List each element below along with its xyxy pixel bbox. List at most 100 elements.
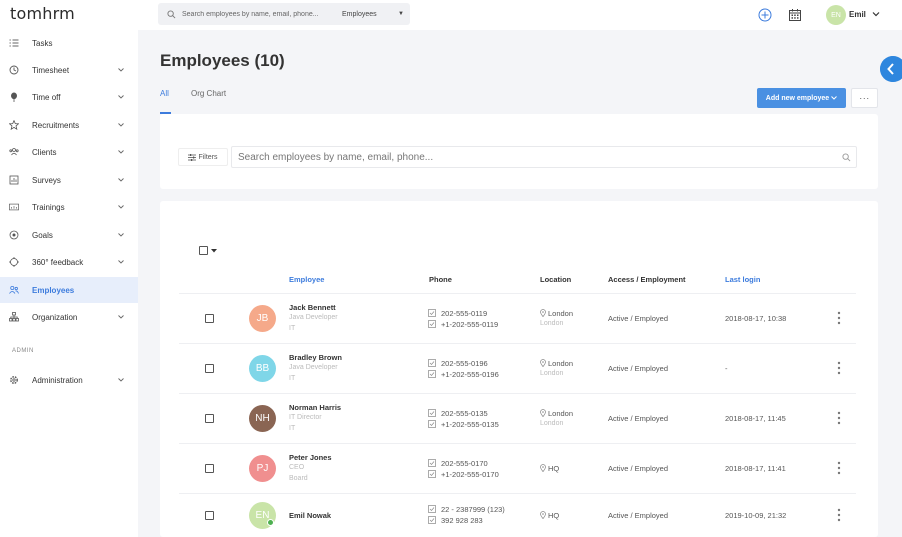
row-checkbox[interactable]: [205, 414, 214, 423]
chevron-down-icon: [118, 150, 124, 154]
tab-org-chart[interactable]: Org Chart: [191, 89, 226, 98]
employee-search-input[interactable]: Search employees by name, email, phone..…: [238, 152, 433, 163]
row-checkbox[interactable]: [205, 511, 214, 520]
caret-down-icon[interactable]: ▼: [398, 11, 404, 17]
phone-primary[interactable]: 202-555-0135: [441, 409, 488, 418]
mobile-icon: [428, 320, 436, 328]
chevron-down-icon: [831, 96, 838, 100]
phone-icon: [428, 309, 436, 317]
sidebar-item-360-feedback[interactable]: 360° feedback: [0, 249, 138, 275]
add-circle-icon[interactable]: [758, 8, 772, 22]
global-search[interactable]: Search employees by name, email, phone..…: [158, 3, 410, 25]
sidebar-item-label: Employees: [32, 285, 75, 295]
row-checkbox[interactable]: [205, 464, 214, 473]
chevron-down-icon: [118, 260, 124, 264]
access-status: Active / Employed: [608, 414, 669, 423]
location-name: HQ: [548, 511, 560, 520]
sidebar-item-administration[interactable]: Administration: [0, 367, 138, 393]
row-checkbox[interactable]: [205, 364, 214, 373]
caret-down-icon[interactable]: [211, 249, 217, 253]
chevron-down-icon: [118, 178, 124, 182]
org-chart-icon: [9, 312, 19, 322]
sidebar-item-organization[interactable]: Organization: [0, 304, 138, 330]
phone-secondary[interactable]: +1-202-555-0135: [441, 420, 499, 429]
phone-secondary[interactable]: +1-202-555-0119: [441, 320, 498, 329]
sidebar-item-time-off[interactable]: Time off: [0, 84, 138, 110]
phone-primary[interactable]: 22 - 2387999 (123): [441, 505, 505, 514]
sidebar-item-clients[interactable]: Clients: [0, 139, 138, 165]
search-icon[interactable]: [842, 153, 851, 162]
sidebar-item-surveys[interactable]: Surveys: [0, 167, 138, 193]
add-new-employee-button[interactable]: Add new employee: [757, 88, 846, 108]
user-name[interactable]: Emil: [849, 10, 866, 19]
sidebar-item-employees[interactable]: Employees: [0, 277, 138, 303]
employee-name[interactable]: Bradley Brown: [289, 353, 342, 362]
filters-button[interactable]: Filters: [178, 148, 228, 166]
row-divider: [179, 393, 856, 394]
phone-secondary[interactable]: +1-202-555-0196: [441, 370, 499, 379]
row-actions-kebab-icon[interactable]: [836, 361, 842, 375]
employee-name[interactable]: Jack Bennett: [289, 303, 336, 312]
user-avatar[interactable]: EN: [826, 5, 846, 25]
sidebar-item-label: Surveys: [32, 175, 61, 185]
employee-search-field[interactable]: Search employees by name, email, phone..…: [231, 146, 857, 168]
employee-avatar[interactable]: NH: [249, 405, 276, 432]
chevron-down-icon: [118, 205, 124, 209]
employee-name[interactable]: Norman Harris: [289, 403, 341, 412]
tab-all[interactable]: All: [160, 89, 169, 98]
online-status-indicator: [267, 519, 274, 526]
employee-department: IT: [289, 325, 296, 332]
location-name: HQ: [548, 464, 560, 473]
column-header-last-login[interactable]: Last login: [725, 275, 760, 284]
sidebar-item-label: Timesheet: [32, 65, 70, 75]
collapse-panel-button[interactable]: [880, 56, 902, 82]
sidebar-item-timesheet[interactable]: Timesheet: [0, 57, 138, 83]
location-secondary: London: [540, 320, 564, 327]
calendar-icon[interactable]: [788, 8, 802, 22]
employee-title: IT Director: [289, 414, 322, 421]
search-scope-select[interactable]: Employees: [342, 11, 392, 18]
survey-icon: [9, 175, 19, 185]
row-actions-kebab-icon[interactable]: [836, 508, 842, 522]
phone-primary[interactable]: 202-555-0170: [441, 459, 488, 468]
sidebar-item-recruitments[interactable]: Recruitments: [0, 112, 138, 138]
employee-name[interactable]: Peter Jones: [289, 453, 332, 462]
row-actions-kebab-icon[interactable]: [836, 461, 842, 475]
employee-avatar[interactable]: BB: [249, 355, 276, 382]
sidebar-item-tasks[interactable]: Tasks: [0, 30, 138, 56]
mobile-icon: [428, 370, 436, 378]
employee-avatar[interactable]: PJ: [249, 455, 276, 482]
row-actions-kebab-icon[interactable]: [836, 311, 842, 325]
sidebar-item-label: 360° feedback: [32, 257, 84, 267]
row-divider: [179, 293, 856, 294]
select-all-checkbox[interactable]: [199, 246, 208, 255]
location-secondary: London: [540, 370, 564, 377]
last-login: 2018-08-17, 11:41: [725, 464, 786, 473]
feedback-icon: [9, 257, 19, 267]
phone-primary[interactable]: 202-555-0119: [441, 309, 487, 318]
column-header-employee[interactable]: Employee: [289, 275, 324, 284]
access-status: Active / Employed: [608, 364, 669, 373]
row-actions-kebab-icon[interactable]: [836, 411, 842, 425]
phone-primary[interactable]: 202-555-0196: [441, 359, 488, 368]
sidebar-item-label: Tasks: [32, 38, 53, 48]
employee-avatar[interactable]: JB: [249, 305, 276, 332]
app-logo[interactable]: tomhrm: [10, 4, 75, 23]
chevron-down-icon[interactable]: [872, 10, 880, 18]
row-divider: [179, 443, 856, 444]
phone-secondary[interactable]: +1-202-555-0170: [441, 470, 499, 479]
location-pin-icon: [540, 409, 546, 417]
row-checkbox[interactable]: [205, 314, 214, 323]
star-icon: [9, 120, 19, 130]
access-status: Active / Employed: [608, 464, 669, 473]
phone-secondary[interactable]: 392 928 283: [441, 516, 483, 525]
sidebar-item-label: Trainings: [32, 202, 65, 212]
employee-name[interactable]: Emil Nowak: [289, 511, 331, 520]
row-divider: [179, 343, 856, 344]
more-options-button[interactable]: ···: [851, 88, 878, 108]
global-search-input[interactable]: Search employees by name, email, phone..…: [182, 11, 332, 18]
gear-icon: [10, 376, 18, 384]
sidebar-item-trainings[interactable]: Trainings: [0, 194, 138, 220]
sidebar-item-goals[interactable]: Goals: [0, 222, 138, 248]
phone-icon: [428, 359, 436, 367]
